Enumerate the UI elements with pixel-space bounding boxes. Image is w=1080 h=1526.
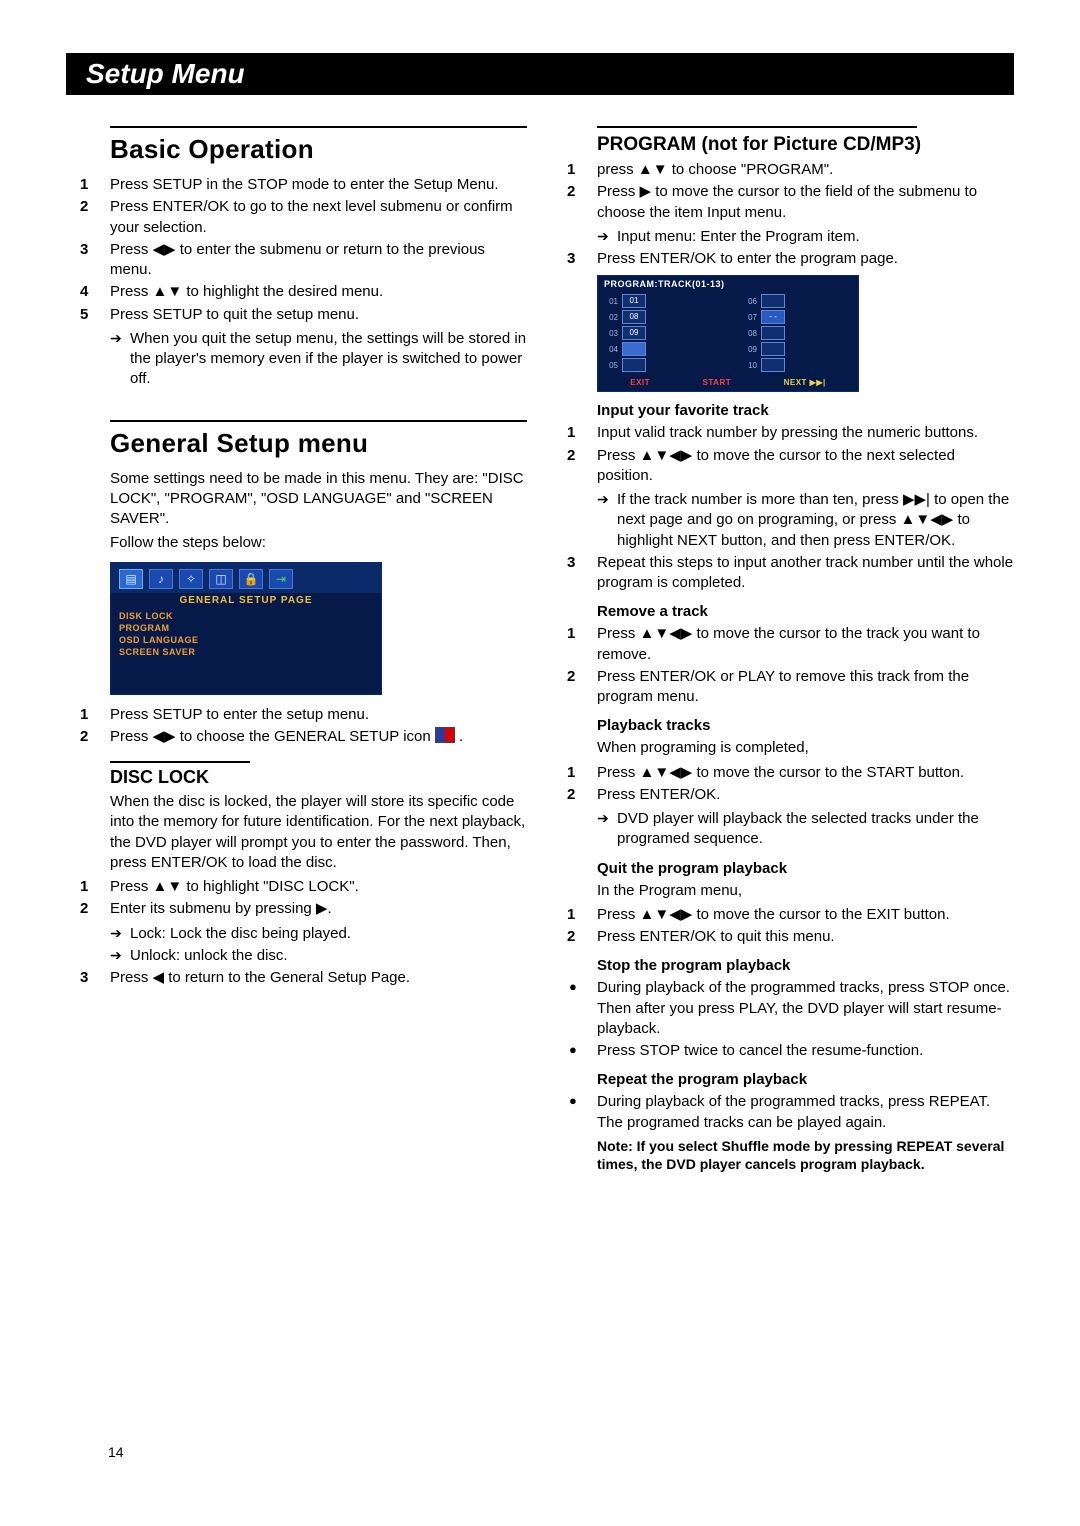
program-arrow: Input menu: Enter the Program item. [553,227,1014,247]
rule [110,761,250,763]
program-step3: 3Press ENTER/OK to enter the program pag… [553,249,1014,269]
basic-operation-steps: 1Press SETUP in the STOP mode to enter t… [66,175,527,325]
general-setup-icon [435,727,455,743]
rule [110,420,527,422]
rule [597,126,917,128]
content-columns: Basic Operation 1Press SETUP in the STOP… [66,116,1014,1173]
remove-heading: Remove a track [597,603,1014,620]
disc-lock-step3: 3Press ◀ to return to the General Setup … [66,968,527,988]
osd-icon-audio: ♪ [149,569,173,589]
rule [110,126,527,128]
input-track-steps: 1Input valid track number by pressing th… [553,423,1014,486]
program-osd: PROGRAM:TRACK(01-13) 0101 0208 0309 04 0… [597,275,859,392]
unlock-note: Unlock: unlock the disc. [66,946,527,966]
program-title: PROGRAM (not for Picture CD/MP3) [597,134,1014,156]
lock-note: Lock: Lock the disc being played. [66,924,527,944]
general-setup-title: General Setup menu [110,428,527,459]
right-column: PROGRAM (not for Picture CD/MP3) 1press … [553,116,1014,1173]
program-steps: 1press ▲▼ to choose "PROGRAM". 2Press ▶ … [553,160,1014,223]
osd-icon-pref: ◫ [209,569,233,589]
repeat-heading: Repeat the program playback [597,1071,1014,1088]
basic-op-note: When you quit the setup menu, the settin… [66,329,527,390]
input-track-heading: Input your favorite track [597,402,1014,419]
general-setup-steps: 1Press SETUP to enter the setup menu. 2P… [66,705,527,748]
osd-title: GENERAL SETUP PAGE [111,593,381,608]
left-column: Basic Operation 1Press SETUP in the STOP… [66,116,527,1173]
general-setup-osd: ▤ ♪ ✧ ◫ 🔒 ⇥ GENERAL SETUP PAGE DISK LOCK… [110,562,382,695]
disc-lock-intro: When the disc is locked, the player will… [110,792,527,873]
disc-lock-title: DISC LOCK [110,767,527,788]
osd-icon-exit: ⇥ [269,569,293,589]
osd-icon-general: ▤ [119,569,143,589]
osd-icon-video: ✧ [179,569,203,589]
input-track-arrow: If the track number is more than ten, pr… [553,490,1014,551]
general-setup-intro: Some settings need to be made in this me… [110,469,527,530]
page-header: Setup Menu [66,53,1014,95]
osd-icon-lock: 🔒 [239,569,263,589]
disc-lock-steps: 1Press ▲▼ to highlight "DISC LOCK". 2Ent… [66,877,527,920]
general-setup-follow: Follow the steps below: [110,533,527,553]
stop-heading: Stop the program playback [597,957,1014,974]
repeat-note: Note: If you select Shuffle mode by pres… [597,1137,1014,1173]
quit-heading: Quit the program playback [597,860,1014,877]
basic-operation-title: Basic Operation [110,134,527,165]
page-number: 14 [108,1444,124,1460]
playback-heading: Playback tracks [597,717,1014,734]
